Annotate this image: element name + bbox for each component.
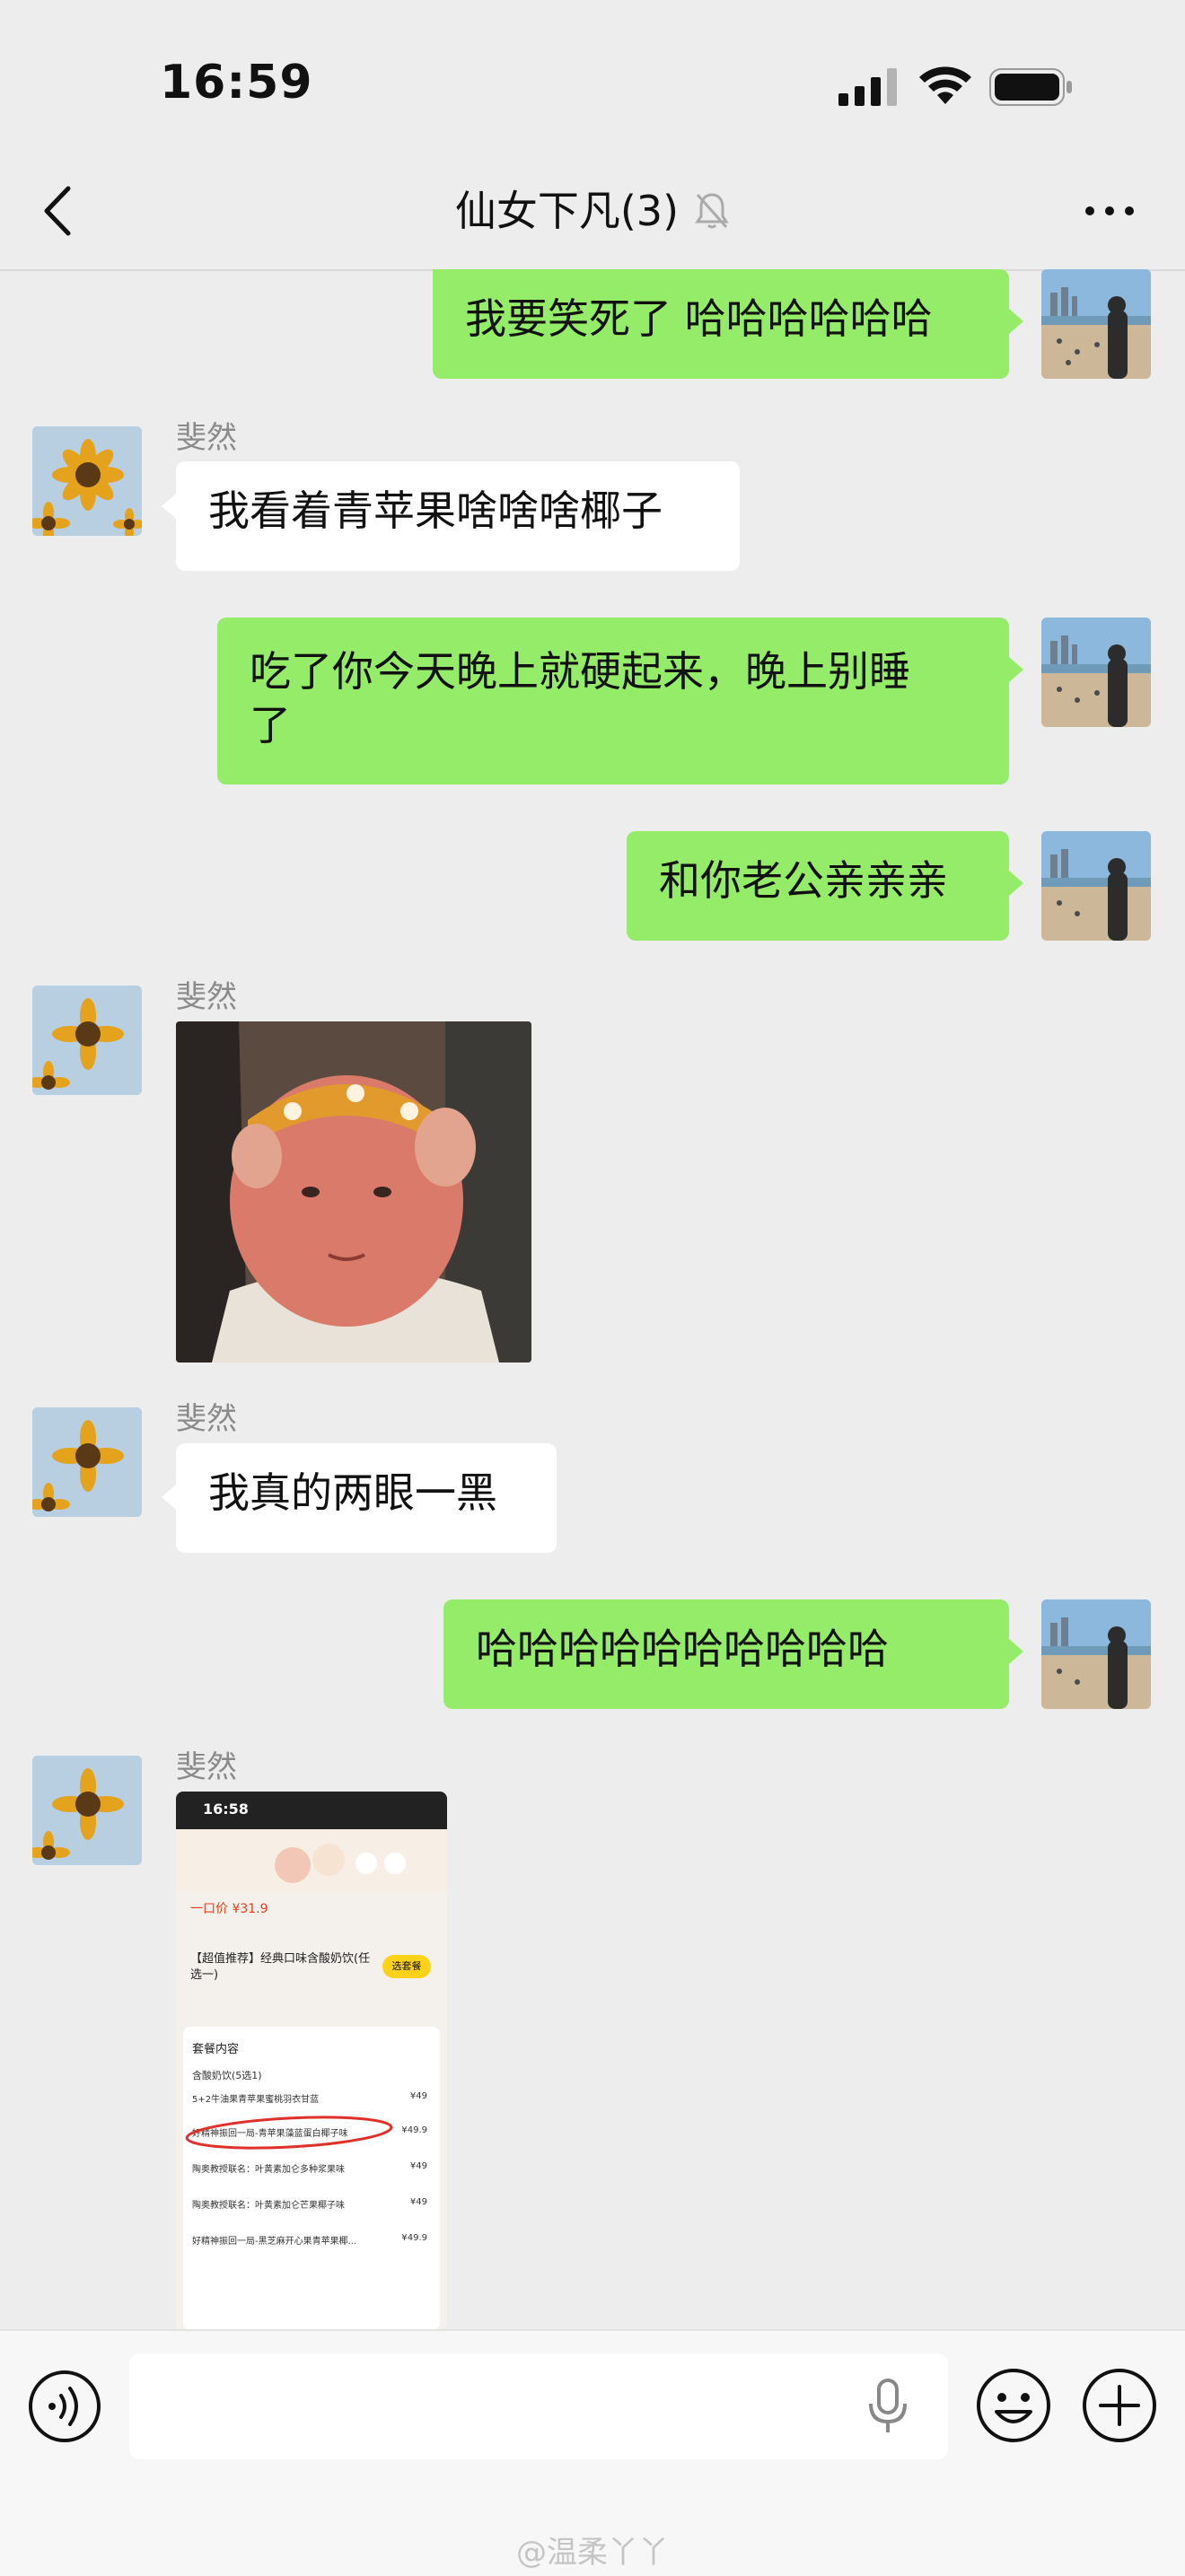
- friend-message-bubble[interactable]: 我看着青苹果啥啥啥椰子: [176, 461, 740, 571]
- friend-message-bubble[interactable]: 我真的两眼一黑: [176, 1443, 557, 1553]
- status-bar: 16:59: [0, 0, 1185, 171]
- sender-name: 斐然: [176, 1749, 237, 1785]
- row-price: ¥49.9: [401, 2125, 427, 2135]
- screenshot-row: 5+2牛油果青苹果蜜桃羽衣甘蓝 ¥49: [192, 2091, 434, 2105]
- my-avatar[interactable]: [1041, 618, 1151, 727]
- battery-icon: [989, 68, 1072, 106]
- row-name: 好精神振回一局-黑芝麻开心果青苹果椰...: [192, 2237, 357, 2247]
- row-name: 陶奥教授联名：叶黄素加仑芒果椰子味: [192, 2201, 345, 2211]
- sender-name: 斐然: [176, 1401, 237, 1437]
- screenshot-select-button: 选套餐: [382, 1955, 431, 1978]
- sender-name: 斐然: [176, 420, 237, 456]
- screenshot-status-bar: 16:58: [176, 1792, 447, 1829]
- bubble-tail: [162, 1485, 176, 1510]
- screenshot-row: 好精神振回一局-黑芝麻开心果青苹果椰... ¥49.9: [192, 2233, 434, 2247]
- my-message-bubble[interactable]: 吃了你今天晚上就硬起来，晚上别睡 了: [217, 618, 1009, 784]
- more-options-icon[interactable]: [1083, 197, 1137, 224]
- row-name: 陶奥教授联名：叶黄素加仑多种浆果味: [192, 2165, 345, 2175]
- message-line-2: 了: [250, 701, 291, 749]
- sunflower-photo-icon: [32, 986, 142, 1095]
- row-name: 5+2牛油果青苹果蜜桃羽衣甘蓝: [192, 2095, 320, 2105]
- my-avatar[interactable]: [1041, 1599, 1151, 1709]
- screenshot-price: 一口价 ¥31.9: [190, 1902, 268, 1916]
- message-input[interactable]: [129, 2353, 948, 2459]
- row-price: ¥49: [409, 2197, 427, 2207]
- emoji-icon[interactable]: [975, 2367, 1052, 2444]
- row-price: ¥49: [409, 2091, 427, 2101]
- my-message-bubble[interactable]: 哈哈哈哈哈哈哈哈哈哈: [443, 1599, 1009, 1709]
- screenshot-section-title: 套餐内容: [192, 2043, 240, 2056]
- friend-avatar[interactable]: [32, 986, 142, 1095]
- chat-title-container: 仙女下凡(3): [0, 180, 1185, 242]
- microphone-icon[interactable]: [864, 2377, 912, 2436]
- my-message-bubble[interactable]: 和你老公亲亲亲: [627, 831, 1009, 941]
- bubble-tail: [1009, 871, 1023, 896]
- beach-photo-icon: [1041, 831, 1151, 941]
- sunflower-photo-icon: [32, 1407, 142, 1517]
- my-message-bubble[interactable]: 我要笑死了 哈哈哈哈哈哈: [433, 269, 1009, 379]
- friend-avatar[interactable]: [32, 426, 142, 536]
- row-price: ¥49.9: [401, 2233, 427, 2243]
- meme-image[interactable]: [176, 1021, 531, 1362]
- sunflower-photo-icon: [32, 1756, 142, 1865]
- cellular-signal-icon: [838, 68, 897, 106]
- friend-avatar[interactable]: [32, 1407, 142, 1517]
- screenshot-row: 陶奥教授联名：叶黄素加仑芒果椰子味 ¥49: [192, 2197, 434, 2211]
- message-line-1: 吃了你今天晚上就硬起来，晚上别睡: [250, 647, 910, 696]
- screenshot-image[interactable]: 16:58 一口价 ¥31.9 【超值推荐】经典口味含酸奶饮(任选一) 选套餐 …: [176, 1792, 447, 2330]
- sunflower-photo-icon: [32, 426, 142, 536]
- screenshot-section-sub: 含酸奶饮(5选1): [192, 2070, 262, 2081]
- watermark: @温柔丫丫: [516, 2535, 669, 2571]
- friend-avatar[interactable]: [32, 1756, 142, 1865]
- my-avatar[interactable]: [1041, 269, 1151, 379]
- screenshot-product-banner-icon: [176, 1829, 447, 1892]
- screenshot-package-card: 套餐内容 含酸奶饮(5选1) 5+2牛油果青苹果蜜桃羽衣甘蓝 ¥49 好精神振回一…: [183, 2027, 440, 2330]
- beach-photo-icon: [1041, 269, 1151, 379]
- my-avatar[interactable]: [1041, 831, 1151, 941]
- more-actions-plus-icon[interactable]: [1081, 2367, 1158, 2444]
- bubble-tail: [1009, 657, 1023, 682]
- wifi-icon: [919, 66, 971, 104]
- bubble-tail: [1009, 1639, 1023, 1664]
- screenshot-product-title: 【超值推荐】经典口味含酸奶饮(任选一): [190, 1952, 371, 1982]
- bubble-tail: [1009, 309, 1023, 334]
- screenshot-time: 16:58: [203, 1801, 249, 1818]
- chat-title: 仙女下凡(3): [454, 187, 680, 235]
- beach-photo-icon: [1041, 1599, 1151, 1709]
- status-time: 16:59: [160, 56, 313, 110]
- row-price: ¥49: [409, 2161, 427, 2171]
- screenshot-row: 陶奥教授联名：叶黄素加仑多种浆果味 ¥49: [192, 2161, 434, 2175]
- bubble-tail: [162, 494, 176, 519]
- sender-name: 斐然: [176, 979, 237, 1015]
- mute-bell-icon: [695, 193, 729, 229]
- meme-photo-icon: [176, 1021, 531, 1362]
- beach-photo-icon: [1041, 618, 1151, 727]
- voice-input-icon[interactable]: [27, 2369, 102, 2444]
- red-circle-annotation-icon: [185, 2116, 393, 2150]
